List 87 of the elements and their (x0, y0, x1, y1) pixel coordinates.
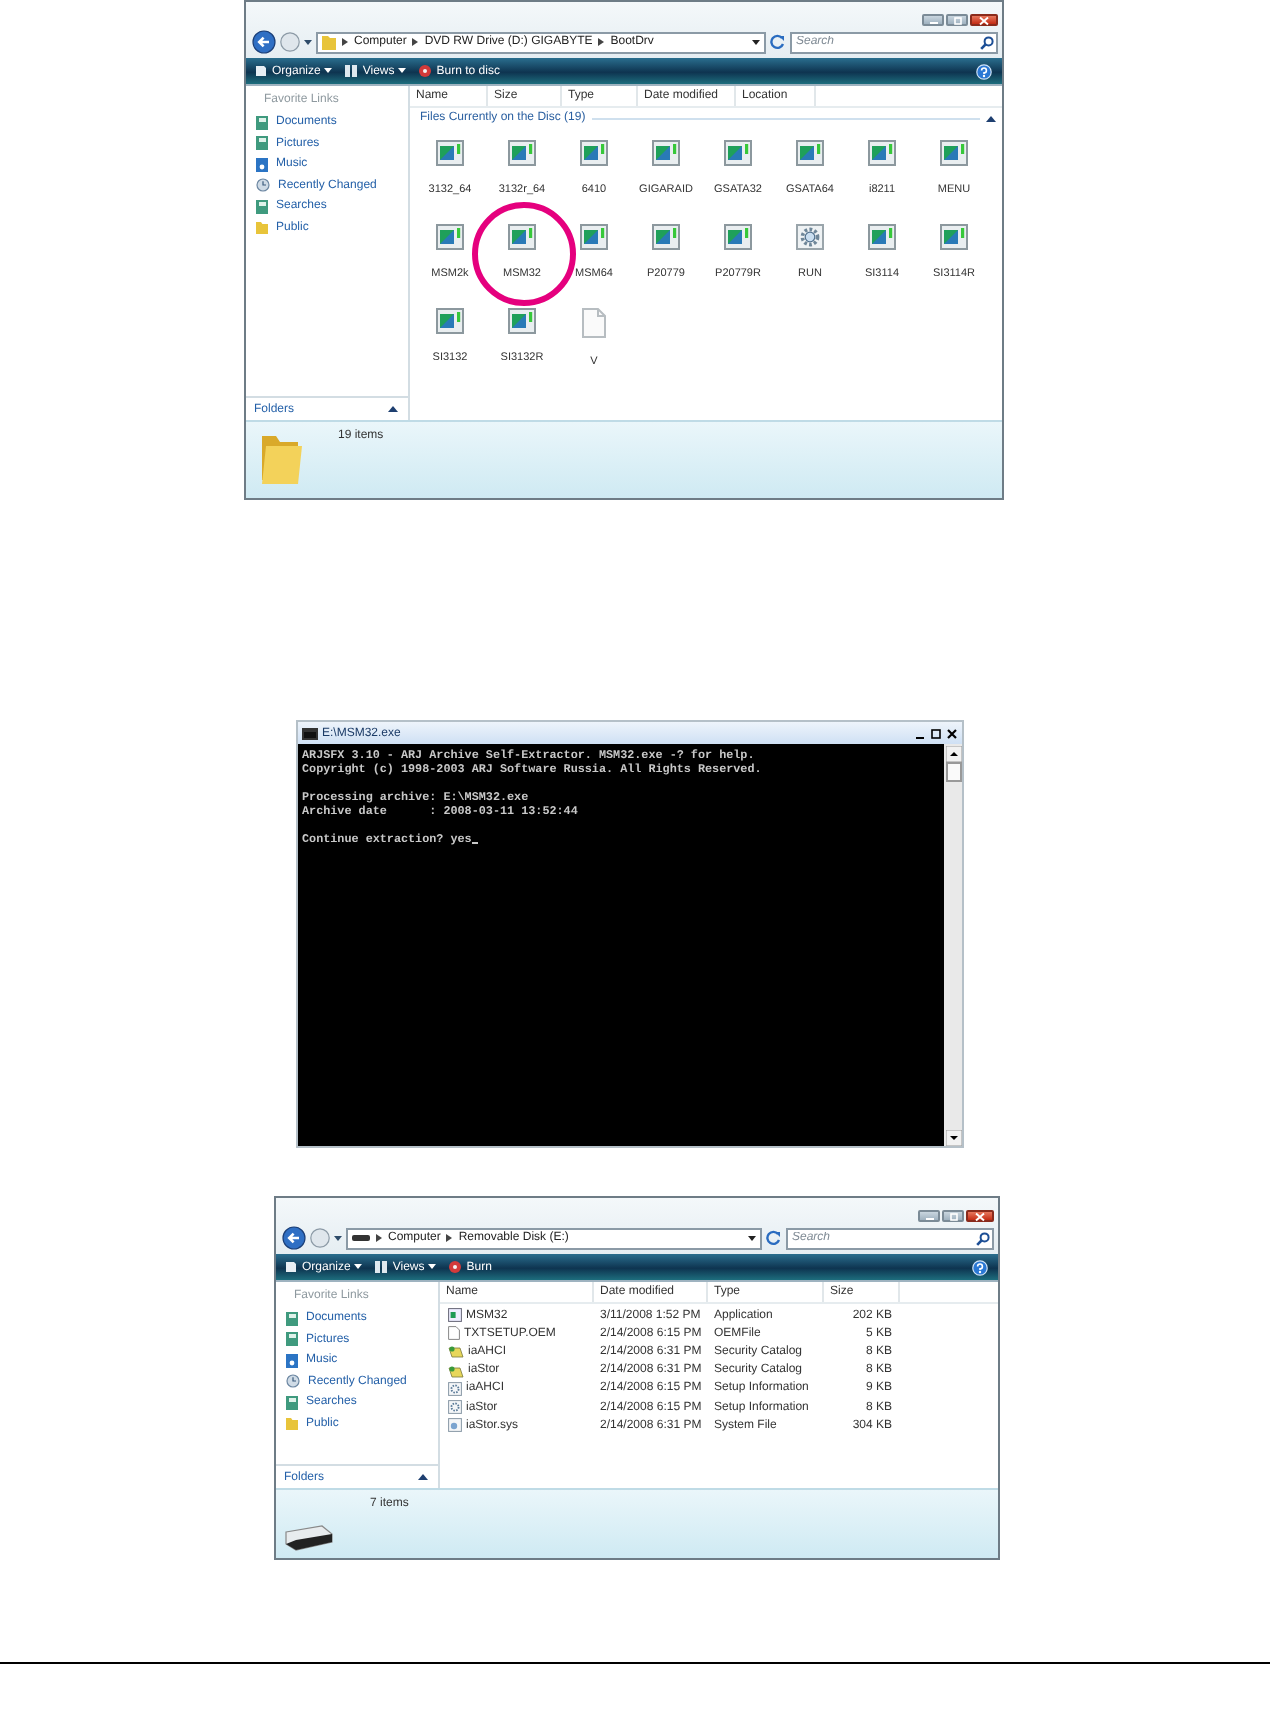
drive-icon (282, 1524, 334, 1552)
caret-icon (428, 1264, 437, 1270)
program-icon (652, 140, 680, 166)
disc-icon (418, 64, 433, 78)
program-icon (724, 224, 752, 250)
chevron-icon (412, 38, 419, 46)
document-icon (448, 1326, 460, 1341)
caret-up-icon (388, 406, 398, 412)
chevron-icon (376, 1234, 382, 1242)
program-icon (508, 308, 536, 334)
music-icon (286, 1353, 298, 1368)
clock-icon (286, 1374, 300, 1389)
organize-icon (254, 64, 268, 78)
program-icon (868, 140, 896, 166)
program-icon (435, 140, 464, 166)
help-icon[interactable] (972, 1259, 988, 1275)
chevron-icon (342, 38, 348, 46)
music-icon (256, 157, 268, 172)
caret-up-icon[interactable] (986, 115, 996, 121)
scrollbar[interactable] (944, 744, 962, 1146)
folder-icon (286, 1416, 298, 1431)
close-icon (974, 15, 994, 25)
program-icon (939, 140, 968, 166)
back-button[interactable] (252, 30, 276, 54)
caret-icon[interactable] (304, 39, 312, 45)
close-icon (946, 727, 958, 739)
help-icon[interactable] (976, 63, 992, 79)
settings-file-icon (448, 1381, 462, 1396)
scroll-thumb[interactable] (945, 761, 961, 781)
caret-icon[interactable] (334, 1235, 342, 1241)
scroll-down-icon[interactable] (945, 1129, 961, 1145)
program-icon (435, 224, 464, 250)
caret-icon (324, 68, 333, 74)
library-icon (256, 136, 268, 151)
views-icon (344, 64, 359, 78)
clock-icon (256, 178, 270, 193)
close-icon (970, 1211, 990, 1221)
settings-file-icon (448, 1400, 462, 1415)
program-icon (508, 140, 536, 166)
system-file-icon (448, 1418, 462, 1433)
program-icon (436, 308, 464, 334)
caret-icon (354, 1264, 363, 1270)
gear-icon (796, 224, 824, 250)
scroll-up-icon[interactable] (945, 745, 961, 761)
program-icon (723, 140, 752, 166)
views-icon (374, 1260, 389, 1274)
folder-icon (262, 430, 302, 484)
program-icon (507, 224, 536, 250)
organize-icon (284, 1260, 298, 1274)
caret-icon (398, 68, 407, 74)
drive-icon (352, 1234, 370, 1242)
library-icon (286, 1332, 298, 1347)
program-icon (868, 224, 896, 250)
library-icon (256, 115, 268, 130)
caret-icon[interactable] (748, 1235, 756, 1241)
program-icon (579, 224, 608, 250)
refresh-button[interactable] (770, 34, 786, 50)
back-button[interactable] (282, 1226, 306, 1250)
certificate-icon (448, 1363, 464, 1378)
search-icon (980, 35, 994, 49)
blank-file-icon (582, 308, 606, 338)
refresh-button[interactable] (766, 1230, 782, 1246)
close-button[interactable] (966, 1210, 994, 1222)
application-icon (448, 1308, 462, 1323)
chevron-icon (446, 1234, 453, 1242)
library-icon (256, 199, 268, 214)
folder-icon (256, 220, 268, 235)
program-icon (795, 140, 824, 166)
maximize-icon (930, 727, 942, 739)
program-icon (580, 140, 608, 166)
program-icon (652, 224, 680, 250)
disc-icon (448, 1260, 463, 1274)
maximize-button[interactable] (930, 727, 942, 739)
program-icon (940, 224, 968, 250)
library-icon (286, 1395, 298, 1410)
caret-icon[interactable] (752, 39, 760, 45)
caret-up-icon (418, 1474, 428, 1480)
folder-icon (322, 34, 336, 50)
certificate-icon (448, 1344, 464, 1359)
close-button[interactable] (970, 14, 998, 26)
search-icon (976, 1231, 990, 1245)
chevron-icon (598, 38, 605, 46)
close-button[interactable] (946, 727, 958, 739)
maximize-icon (949, 15, 965, 25)
maximize-icon (945, 1211, 961, 1221)
library-icon (286, 1311, 298, 1326)
console-icon (302, 727, 318, 739)
